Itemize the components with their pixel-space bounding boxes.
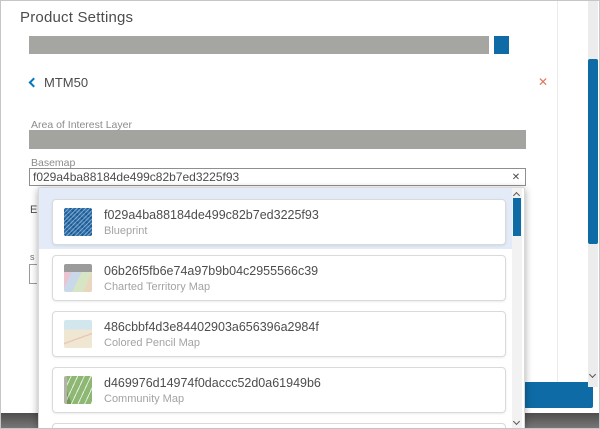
basemap-thumbnail [64,264,92,292]
basemap-name: Community Map [104,393,321,405]
aoi-input-redacted[interactable] [29,130,526,149]
list-item[interactable]: d469976d14974f0daccc52d0a61949b6 Communi… [52,367,506,413]
chevron-down-icon[interactable] [589,371,596,378]
list-item-text: f029a4ba88184de499c82b7ed3225f93 Bluepri… [104,208,319,237]
basemap-thumbnail [64,208,92,236]
content-edge-divider [557,1,558,387]
page-title: Product Settings [20,9,133,26]
list-item-text: 486cbbf4d3e84402903a656396a2984f Colored… [104,320,319,349]
basemap-thumbnail [64,376,92,404]
list-item-text: 06b26f5fb6e74a97b9b04c2955566c39 Charted… [104,264,318,293]
close-button[interactable]: ✕ [534,73,552,91]
redacted-bar [29,36,489,54]
chevron-left-icon [29,78,39,88]
basemap-id: 06b26f5fb6e74a97b9b04c2955566c39 [104,264,318,278]
obscured-input-fragment[interactable] [29,264,37,284]
list-item-partial[interactable] [52,423,506,429]
list-item[interactable]: 06b26f5fb6e74a97b9b04c2955566c39 Charted… [52,255,506,301]
list-item[interactable]: 486cbbf4d3e84402903a656396a2984f Colored… [52,311,506,357]
basemap-name: Blueprint [104,225,319,237]
close-icon: ✕ [538,76,548,88]
basemap-id: f029a4ba88184de499c82b7ed3225f93 [104,208,319,222]
basemap-list: f029a4ba88184de499c82b7ed3225f93 Bluepri… [39,188,524,413]
dropdown-scrollbar-thumb[interactable] [513,198,521,236]
primary-action-button[interactable] [524,382,593,408]
basemap-name: Charted Territory Map [104,281,318,293]
clear-input-button[interactable]: ✕ [509,171,523,184]
obscured-label-fragment-1: E [30,204,37,216]
dialog-scrollbar[interactable] [588,1,598,387]
back-label: MTM50 [44,75,88,90]
list-item-text: d469976d14974f0daccc52d0a61949b6 Communi… [104,376,321,405]
redacted-bar-handle [494,36,509,54]
list-item[interactable]: f029a4ba88184de499c82b7ed3225f93 Bluepri… [52,199,506,245]
chevron-down-icon[interactable] [513,418,520,425]
basemap-id: 486cbbf4d3e84402903a656396a2984f [104,320,319,334]
dialog-scrollbar-thumb[interactable] [588,59,598,244]
dropdown-scrollbar[interactable] [512,188,522,429]
clear-icon: ✕ [512,173,520,183]
basemap-name: Colored Pencil Map [104,337,319,349]
basemap-dropdown-panel: f029a4ba88184de499c82b7ed3225f93 Bluepri… [38,187,525,429]
back-button[interactable]: MTM50 [30,75,88,90]
product-settings-dialog: Product Settings MTM50 ✕ Area of Interes… [0,0,600,429]
basemap-input[interactable] [29,168,526,186]
basemap-id: d469976d14974f0daccc52d0a61949b6 [104,376,321,390]
obscured-label-fragment-2: s [30,252,35,262]
basemap-thumbnail [64,320,92,348]
